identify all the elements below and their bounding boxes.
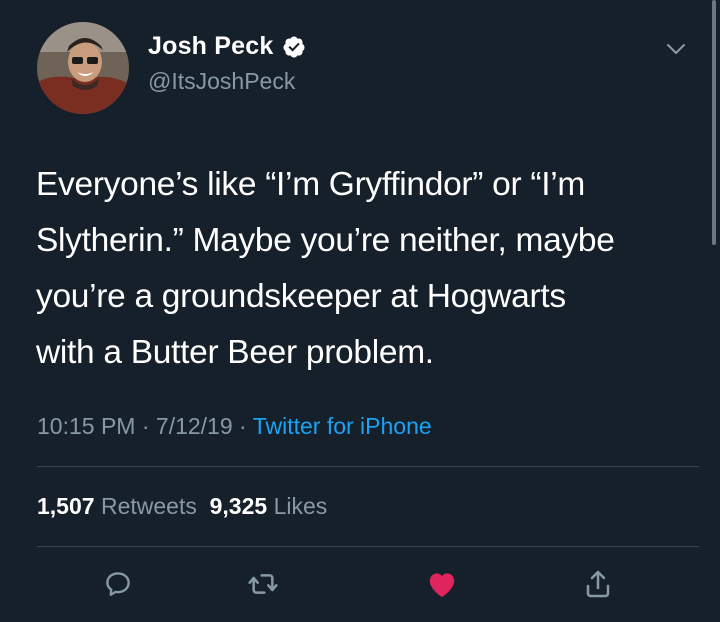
author-display-name[interactable]: Josh Peck	[148, 32, 306, 61]
tweet-time[interactable]: 10:15 PM	[37, 413, 135, 439]
tweet-date[interactable]: 7/12/19	[156, 413, 233, 439]
reply-icon	[106, 572, 130, 596]
chevron-down-icon[interactable]	[665, 38, 687, 60]
author-handle[interactable]: @ItsJoshPeck	[148, 68, 295, 95]
tweet-text: Everyone’s like “I’m Gryffindor” or “I’m…	[36, 157, 696, 381]
tweet-stats: 1,507 Retweets 9,325 Likes	[37, 493, 327, 520]
verified-badge-icon	[283, 36, 305, 57]
tweet-text-line: Everyone’s like “I’m Gryffindor” or “I’m	[36, 166, 585, 203]
like-icon	[429, 573, 455, 598]
likes-count: 9,325	[209, 493, 268, 519]
meta-separator: ·	[239, 413, 247, 439]
likes-stat[interactable]: 9,325 Likes	[210, 493, 328, 519]
tweet-source-link[interactable]: Twitter for iPhone	[253, 413, 432, 439]
avatar[interactable]	[37, 22, 129, 114]
tweet-text-line: with a Butter Beer problem.	[36, 334, 434, 371]
scrollbar[interactable]	[712, 0, 716, 245]
retweets-count: 1,507	[37, 493, 95, 519]
divider	[37, 466, 699, 467]
tweet-text-line: Slytherin.” Maybe you’re neither, maybe	[36, 222, 615, 259]
retweet-icon	[248, 574, 278, 594]
like-button[interactable]	[424, 566, 460, 602]
tweet-text-line: you’re a groundskeeper at Hogwarts	[36, 278, 566, 315]
retweet-button[interactable]	[245, 566, 281, 602]
meta-separator: ·	[141, 413, 150, 439]
display-name-text: Josh Peck	[148, 32, 274, 60]
divider	[37, 546, 699, 547]
share-button[interactable]	[580, 566, 616, 602]
retweets-stat[interactable]: 1,507 Retweets	[37, 493, 197, 519]
avatar-photo	[37, 22, 129, 114]
tweet-metadata: 10:15 PM · 7/12/19 · Twitter for iPhone	[37, 413, 432, 440]
retweets-label: Retweets	[100, 493, 197, 519]
likes-label: Likes	[273, 493, 328, 519]
tweet-card: Josh Peck @ItsJoshPeck Everyone’s like “…	[0, 0, 720, 622]
share-icon	[586, 570, 610, 598]
reply-button[interactable]	[100, 566, 136, 602]
